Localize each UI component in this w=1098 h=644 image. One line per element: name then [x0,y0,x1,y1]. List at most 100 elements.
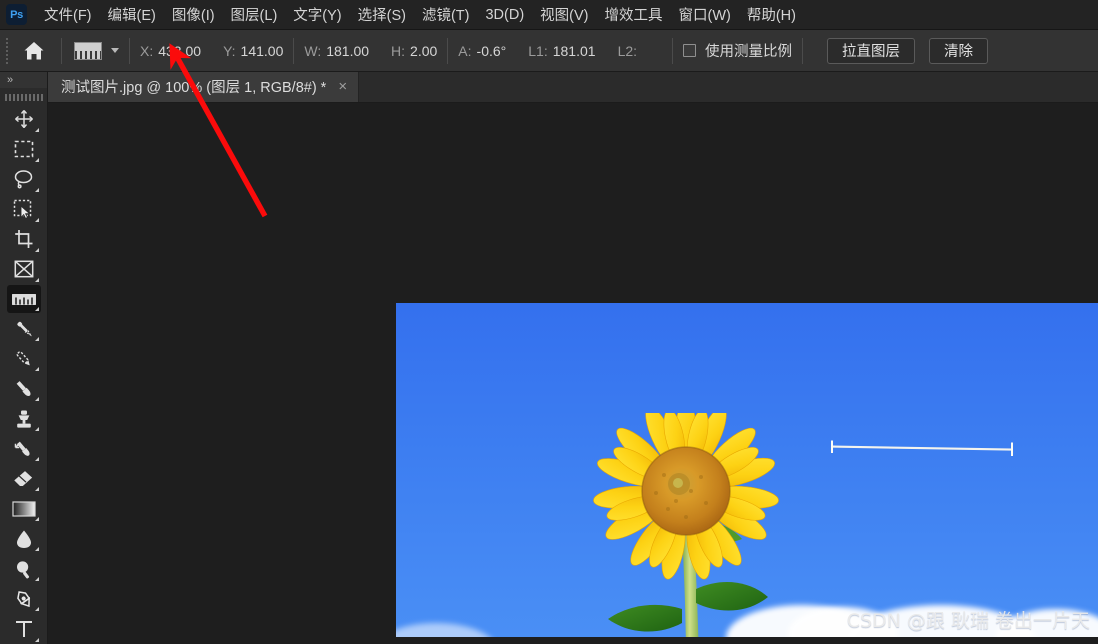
home-icon[interactable] [17,34,51,68]
move-tool[interactable] [7,105,41,134]
ruler-tool[interactable] [6,284,41,314]
clone-stamp-tool[interactable] [7,404,41,433]
tool-flyout-indicator [34,427,39,432]
chevron-down-icon[interactable] [111,48,119,53]
measure-a: A: -0.6° [458,43,506,59]
tool-flyout-indicator [34,367,39,372]
measure-y-label: Y: [223,42,236,59]
menu-select[interactable]: 选择(S) [350,1,414,28]
divider [447,37,449,64]
menu-type[interactable]: 文字(Y) [285,1,349,28]
tools-panel: » [0,72,48,644]
divider [672,37,674,64]
measure-x-value: 433.00 [158,42,202,59]
measure-h-label: H: [391,42,406,59]
ruler-measure-line[interactable] [828,438,1016,460]
tool-flyout-indicator [34,157,39,162]
watermark-text: CSDN @跟 耿瑞 卷出一片天 [846,610,1090,632]
measure-w: W: 181.00 [304,43,369,59]
menu-3d[interactable]: 3D(D) [477,4,532,26]
menu-layer[interactable]: 图层(L) [223,1,286,28]
tool-flyout-indicator [34,517,39,522]
brush-tool[interactable] [7,374,41,403]
menu-bar: Ps 文件(F) 编辑(E) 图像(I) 图层(L) 文字(Y) 选择(S) 滤… [0,0,1098,30]
divider [129,37,130,64]
eyedropper-tool[interactable] [7,314,41,343]
tool-flyout-indicator [34,577,39,582]
close-icon[interactable]: × [338,79,347,94]
measure-l2: L2: [618,43,642,59]
tool-flyout-indicator [34,457,39,462]
measure-h: H: 2.00 [391,43,437,59]
rectangular-marquee-tool[interactable] [7,135,41,164]
menu-file[interactable]: 文件(F) [36,1,100,28]
tool-preset-picker[interactable] [72,41,119,60]
lasso-tool[interactable] [7,165,41,194]
divider [293,37,295,64]
tool-flyout-indicator [34,127,39,132]
measure-x: X: 433.00 [140,43,201,59]
sunflower-graphic [593,413,779,637]
tool-flyout-indicator [34,637,39,642]
frame-tool[interactable] [7,255,41,284]
tool-flyout-indicator [34,217,39,222]
crop-tool[interactable] [7,225,41,254]
tool-flyout-indicator [34,187,39,192]
menu-plugins[interactable]: 增效工具 [597,1,671,28]
measure-a-label: A: [458,42,472,59]
measure-l1-value: 181.01 [552,42,596,59]
document-tab-strip: 测试图片.jpg @ 100% (图层 1, RGB/8#) * × [48,71,1098,103]
dodge-tool[interactable] [7,554,41,583]
measure-size-group: W: 181.00 H: 2.00 [304,43,437,59]
blur-tool[interactable] [7,524,41,553]
clear-button[interactable]: 清除 [929,37,989,64]
menu-view[interactable]: 视图(V) [532,1,596,28]
menu-edit[interactable]: 编辑(E) [100,1,164,28]
document-tab[interactable]: 测试图片.jpg @ 100% (图层 1, RGB/8#) * × [48,71,360,102]
menu-image[interactable]: 图像(I) [164,1,223,28]
straighten-layer-button[interactable]: 拉直图层 [827,37,916,64]
measure-l1: L1: 181.01 [528,43,595,59]
photoshop-logo: Ps [6,4,27,25]
history-brush-tool[interactable] [7,434,41,463]
spot-healing-brush-tool[interactable] [7,344,41,373]
menu-filter[interactable]: 滤镜(T) [414,1,478,28]
measure-angle-group: A: -0.6° L1: 181.01 L2: [458,43,642,59]
divider [61,37,62,64]
use-measurement-scale-checkbox[interactable]: 使用测量比例 [683,40,792,61]
ruler-tool-icon [74,41,102,60]
image-canvas[interactable]: CSDN @跟 耿瑞 卷出一片天 [396,303,1098,637]
cloud-shape [396,623,496,637]
measure-readout-group: X: 433.00 Y: 141.00 [140,43,283,59]
document-tab-title: 测试图片.jpg @ 100% (图层 1, RGB/8#) * [61,80,327,96]
gradient-tool[interactable] [7,494,41,523]
canvas-background[interactable]: CSDN @跟 耿瑞 卷出一片天 [48,103,1098,644]
tool-flyout-indicator [34,277,39,282]
use-measurement-scale-label: 使用测量比例 [705,44,793,60]
measure-w-label: W: [304,42,322,59]
tool-flyout-indicator [34,607,39,612]
menu-window[interactable]: 窗口(W) [671,1,739,28]
options-bar-drag-handle[interactable] [2,36,11,66]
tool-flyout-indicator [34,307,39,312]
tool-flyout-indicator [34,487,39,492]
measure-y-value: 141.00 [240,42,284,59]
menu-help[interactable]: 帮助(H) [739,1,804,28]
measure-x-label: X: [140,42,154,59]
tool-flyout-indicator [34,337,39,342]
measure-l1-label: L1: [528,42,548,59]
double-chevron-right-icon: » [7,74,13,87]
type-tool[interactable] [7,615,41,644]
measure-a-value: -0.6° [476,42,507,59]
checkbox-box[interactable] [683,44,697,57]
tools-panel-drag-handle[interactable] [0,90,47,104]
collapse-panel-button[interactable]: » [0,72,47,89]
measure-l2-label: L2: [617,42,638,59]
measure-h-value: 2.00 [410,42,438,59]
pen-tool[interactable] [7,584,41,613]
eraser-tool[interactable] [7,464,41,493]
measure-w-value: 181.00 [326,42,370,59]
options-bar: X: 433.00 Y: 141.00 W: 181.00 H: 2.00 A:… [0,30,1098,72]
quick-selection-tool[interactable] [7,195,41,224]
tool-flyout-indicator [34,397,39,402]
